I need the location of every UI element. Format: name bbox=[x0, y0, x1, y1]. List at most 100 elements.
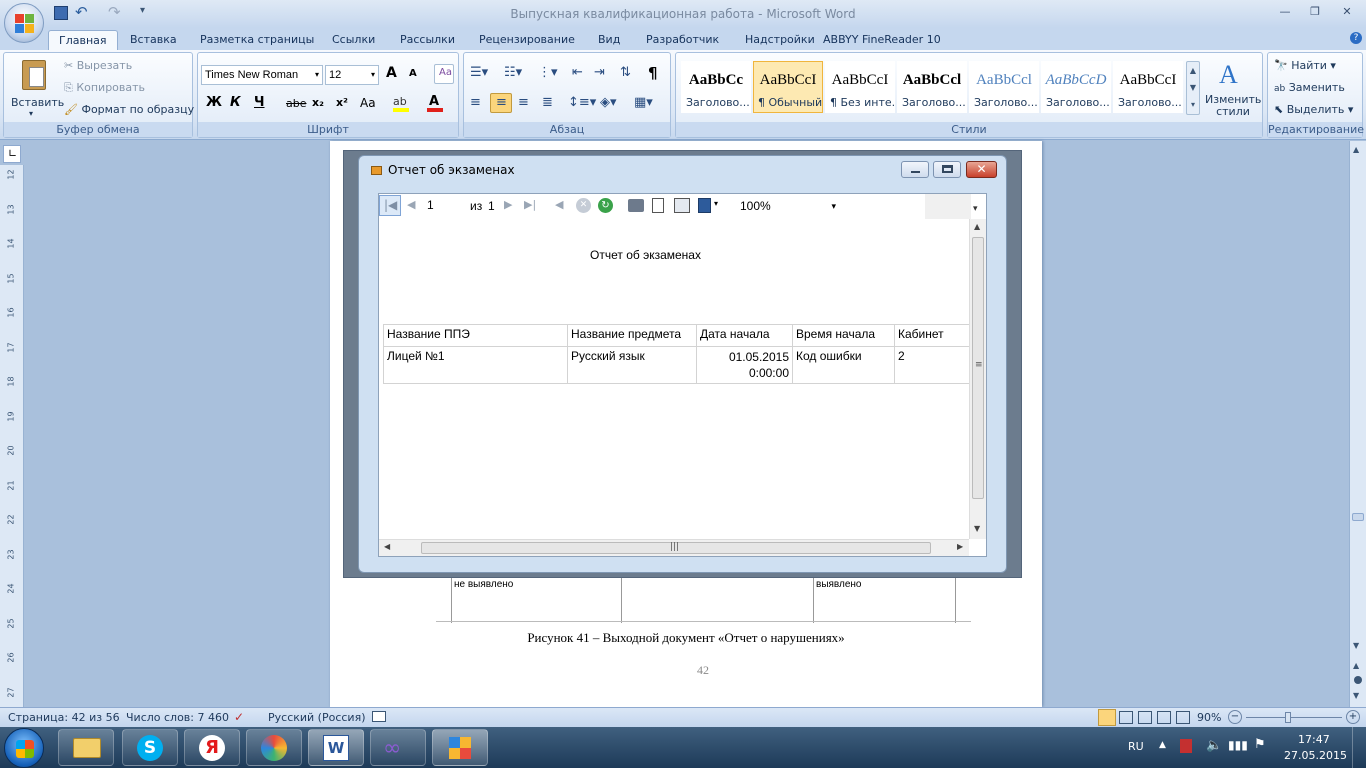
scroll-down-arrow[interactable]: ▼ bbox=[1353, 641, 1359, 650]
page-setup-icon[interactable] bbox=[674, 198, 690, 213]
full-screen-view-icon[interactable] bbox=[1119, 711, 1133, 724]
tab-review[interactable]: Рецензирование bbox=[469, 30, 585, 50]
taskbar-skype[interactable]: S bbox=[122, 729, 178, 766]
align-left-button[interactable]: ≡ bbox=[470, 95, 481, 110]
strikethrough-button[interactable]: abe bbox=[286, 97, 307, 110]
clear-format-button[interactable]: Aa bbox=[434, 64, 454, 84]
undo-icon[interactable]: ↶ bbox=[75, 3, 88, 21]
report-minimize-button[interactable] bbox=[901, 161, 929, 178]
underline-button[interactable]: Ч bbox=[254, 95, 265, 110]
taskbar-yandex[interactable]: Я bbox=[184, 729, 240, 766]
tab-references[interactable]: Ссылки bbox=[322, 30, 385, 50]
numbering-button[interactable]: ☷▾ bbox=[504, 65, 522, 80]
bold-button[interactable]: Ж bbox=[206, 95, 222, 110]
ruler-toggle-button[interactable]: ∟ bbox=[3, 145, 21, 163]
tab-developer[interactable]: Разработчик bbox=[636, 30, 729, 50]
minimize-button[interactable]: — bbox=[1272, 3, 1298, 21]
prev-page-button[interactable]: ◀ bbox=[407, 198, 415, 211]
tab-addins[interactable]: Надстройки bbox=[735, 30, 825, 50]
find-field[interactable] bbox=[849, 196, 925, 217]
show-desktop-button[interactable] bbox=[1352, 727, 1366, 768]
change-case-button[interactable]: Aa bbox=[360, 96, 376, 110]
export-icon[interactable] bbox=[698, 198, 711, 213]
zoom-thumb[interactable] bbox=[1285, 712, 1291, 723]
select-button[interactable]: ⬉ Выделить ▾ bbox=[1274, 103, 1353, 116]
refresh-button[interactable]: ↻ bbox=[598, 198, 613, 213]
close-button[interactable]: ✕ bbox=[1334, 3, 1360, 21]
copy-button[interactable]: ⎘ Копировать bbox=[64, 81, 145, 95]
first-page-button[interactable]: |◀ bbox=[379, 195, 401, 216]
italic-button[interactable]: К bbox=[230, 95, 241, 110]
zoom-combo[interactable]: 100% ▾ bbox=[736, 196, 840, 216]
help-icon[interactable]: ? bbox=[1350, 32, 1362, 44]
shrink-font-button[interactable]: A bbox=[409, 68, 417, 79]
export-dropdown-icon[interactable]: ▾ bbox=[714, 199, 718, 208]
multilevel-list-button[interactable]: ⋮▾ bbox=[538, 65, 558, 80]
report-close-button[interactable]: ✕ bbox=[966, 161, 997, 178]
change-styles-button[interactable]: A Изменить стили bbox=[1204, 57, 1261, 119]
scroll-right-arrow[interactable]: ▶ bbox=[957, 542, 963, 551]
bullets-button[interactable]: ☰▾ bbox=[470, 65, 488, 80]
scroll-thumb[interactable] bbox=[1352, 513, 1364, 521]
print-icon[interactable] bbox=[628, 199, 644, 212]
start-button[interactable] bbox=[4, 728, 44, 768]
style-heading[interactable]: AaBbCc Заголово... bbox=[681, 61, 751, 113]
save-icon[interactable] bbox=[54, 6, 68, 20]
print-layout-icon[interactable] bbox=[652, 198, 664, 213]
zoom-in-button[interactable]: + bbox=[1346, 710, 1360, 724]
style-heading-1[interactable]: AaBbCcl Заголово... bbox=[897, 61, 967, 113]
tab-view[interactable]: Вид bbox=[588, 30, 630, 50]
paste-button[interactable]: Вставить ▾ bbox=[8, 55, 64, 118]
style-heading-2[interactable]: AaBbCcl Заголово... bbox=[969, 61, 1039, 113]
current-page-field[interactable]: 1 bbox=[427, 198, 463, 212]
zoom-level[interactable]: 90% bbox=[1197, 711, 1221, 724]
align-center-button[interactable]: ≡ bbox=[490, 93, 512, 113]
font-size-combo[interactable]: 12 ▾ bbox=[325, 65, 379, 85]
zoom-out-button[interactable]: − bbox=[1228, 710, 1242, 724]
style-normal[interactable]: AaBbCcI ¶ Обычный bbox=[753, 61, 823, 113]
report-vertical-scrollbar[interactable]: ▲ ≡ ▼ bbox=[969, 219, 986, 539]
next-page-button[interactable]: ▶ bbox=[504, 198, 512, 211]
tab-insert[interactable]: Вставка bbox=[120, 30, 187, 50]
last-page-button[interactable]: ▶| bbox=[524, 198, 536, 211]
taskbar-app[interactable] bbox=[246, 729, 302, 766]
word-count-status[interactable]: Число слов: 7 460 bbox=[126, 711, 229, 724]
increase-indent-button[interactable]: ⇥ bbox=[594, 65, 605, 80]
redo-icon[interactable]: ↷ bbox=[108, 3, 121, 21]
clock-date[interactable]: 27.05.2015 bbox=[1284, 749, 1347, 762]
language-indicator[interactable]: RU bbox=[1128, 740, 1144, 753]
outline-view-icon[interactable] bbox=[1157, 711, 1171, 724]
cut-button[interactable]: ✂ Вырезать bbox=[64, 59, 132, 72]
taskbar-report-app[interactable] bbox=[432, 729, 488, 766]
macro-record-icon[interactable] bbox=[372, 711, 386, 722]
show-hidden-icons[interactable]: ▲ bbox=[1159, 740, 1166, 750]
tab-home[interactable]: Главная bbox=[48, 30, 118, 50]
back-button[interactable]: ◀ bbox=[555, 198, 563, 211]
web-view-icon[interactable] bbox=[1138, 711, 1152, 724]
language-status[interactable]: Русский (Россия) bbox=[268, 711, 366, 724]
style-heading-3[interactable]: AaBbCcD Заголово... bbox=[1041, 61, 1111, 113]
taskbar-explorer[interactable] bbox=[58, 729, 114, 766]
tab-mailings[interactable]: Рассылки bbox=[390, 30, 465, 50]
scroll-down-arrow[interactable]: ▼ bbox=[974, 524, 980, 533]
scroll-left-arrow[interactable]: ◀ bbox=[384, 542, 390, 551]
justify-button[interactable]: ≣ bbox=[542, 95, 553, 110]
decrease-indent-button[interactable]: ⇤ bbox=[572, 65, 583, 80]
maximize-button[interactable]: ❐ bbox=[1302, 3, 1328, 21]
office-button[interactable] bbox=[4, 3, 44, 43]
prev-page-icon[interactable]: ▲ bbox=[1353, 661, 1359, 670]
action-center-icon[interactable]: ⚑ bbox=[1254, 737, 1266, 752]
report-horizontal-scrollbar[interactable]: ◀ ||| ▶ bbox=[379, 539, 969, 556]
scroll-thumb[interactable]: ≡ bbox=[972, 237, 984, 499]
scroll-up-arrow[interactable]: ▲ bbox=[1353, 145, 1359, 154]
zoom-slider[interactable] bbox=[1246, 712, 1342, 723]
tray-app-icon[interactable] bbox=[1180, 739, 1192, 753]
tab-abbyy[interactable]: ABBYY FineReader 10 bbox=[813, 30, 951, 50]
customize-qat-icon[interactable]: ▾ bbox=[140, 5, 145, 16]
page-count-status[interactable]: Страница: 42 из 56 bbox=[8, 711, 120, 724]
clock-time[interactable]: 17:47 bbox=[1298, 733, 1330, 746]
document-vertical-scrollbar[interactable]: ▲ ▼ ▲ ▼ bbox=[1349, 141, 1366, 707]
next-page-icon[interactable]: ▼ bbox=[1353, 691, 1359, 700]
superscript-button[interactable]: x² bbox=[336, 96, 348, 109]
line-spacing-button[interactable]: ↕≡▾ bbox=[568, 95, 596, 110]
